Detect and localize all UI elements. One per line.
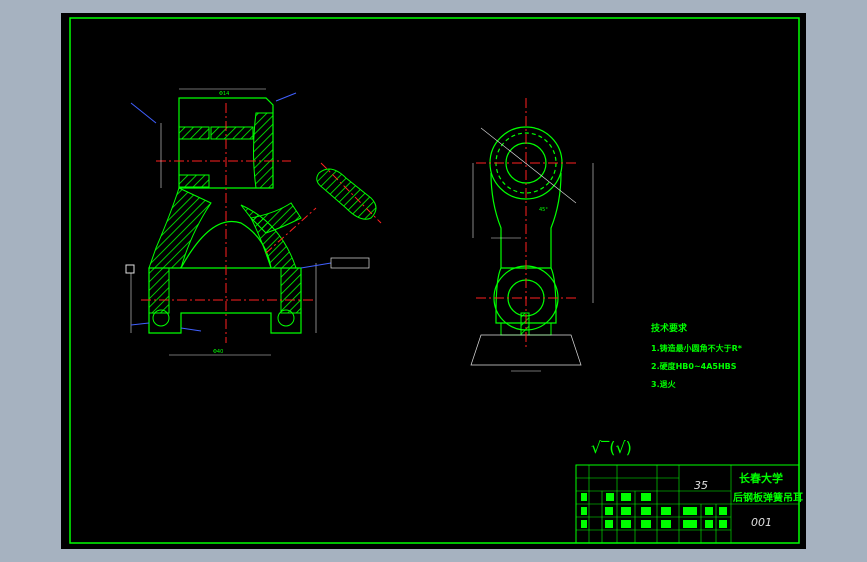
front-view: 45° (470, 98, 594, 372)
dim-bottom-width: Φ40 (213, 349, 223, 355)
drawing-border (69, 17, 800, 544)
tech-req-item-3: 3.退火 (651, 380, 677, 389)
tech-req-item-2: 2.硬度HB0~4A5HBS (651, 361, 737, 371)
section-view: Φ14 Φ40 (125, 88, 382, 356)
tech-req-item-1: 1.铸造最小圆角不大于R* (651, 343, 743, 353)
title-block: 35 长春大学 后钢板弹簧吊耳 001 (575, 464, 803, 544)
dim-angle: 45° (539, 207, 548, 213)
drawing-number: 001 (751, 516, 772, 529)
roughness-symbol: √‾(√) (591, 438, 632, 457)
drawing-canvas: Φ14 Φ40 45° 技术要求 1.铸造最小圆角不大于R* 2.硬度HB0~4… (69, 17, 803, 544)
part-name: 后钢板弹簧吊耳 (733, 491, 803, 504)
technical-requirements: 技术要求 1.铸造最小圆角不大于R* 2.硬度HB0~4A5HBS 3.退火 (651, 322, 743, 389)
school-name: 长春大学 (739, 471, 783, 485)
tech-req-title: 技术要求 (651, 322, 688, 334)
dim-top-width: Φ14 (219, 91, 229, 97)
cad-viewport[interactable]: Φ14 Φ40 45° 技术要求 1.铸造最小圆角不大于R* 2.硬度HB0~4… (61, 13, 806, 549)
material-label: 35 (694, 479, 708, 492)
